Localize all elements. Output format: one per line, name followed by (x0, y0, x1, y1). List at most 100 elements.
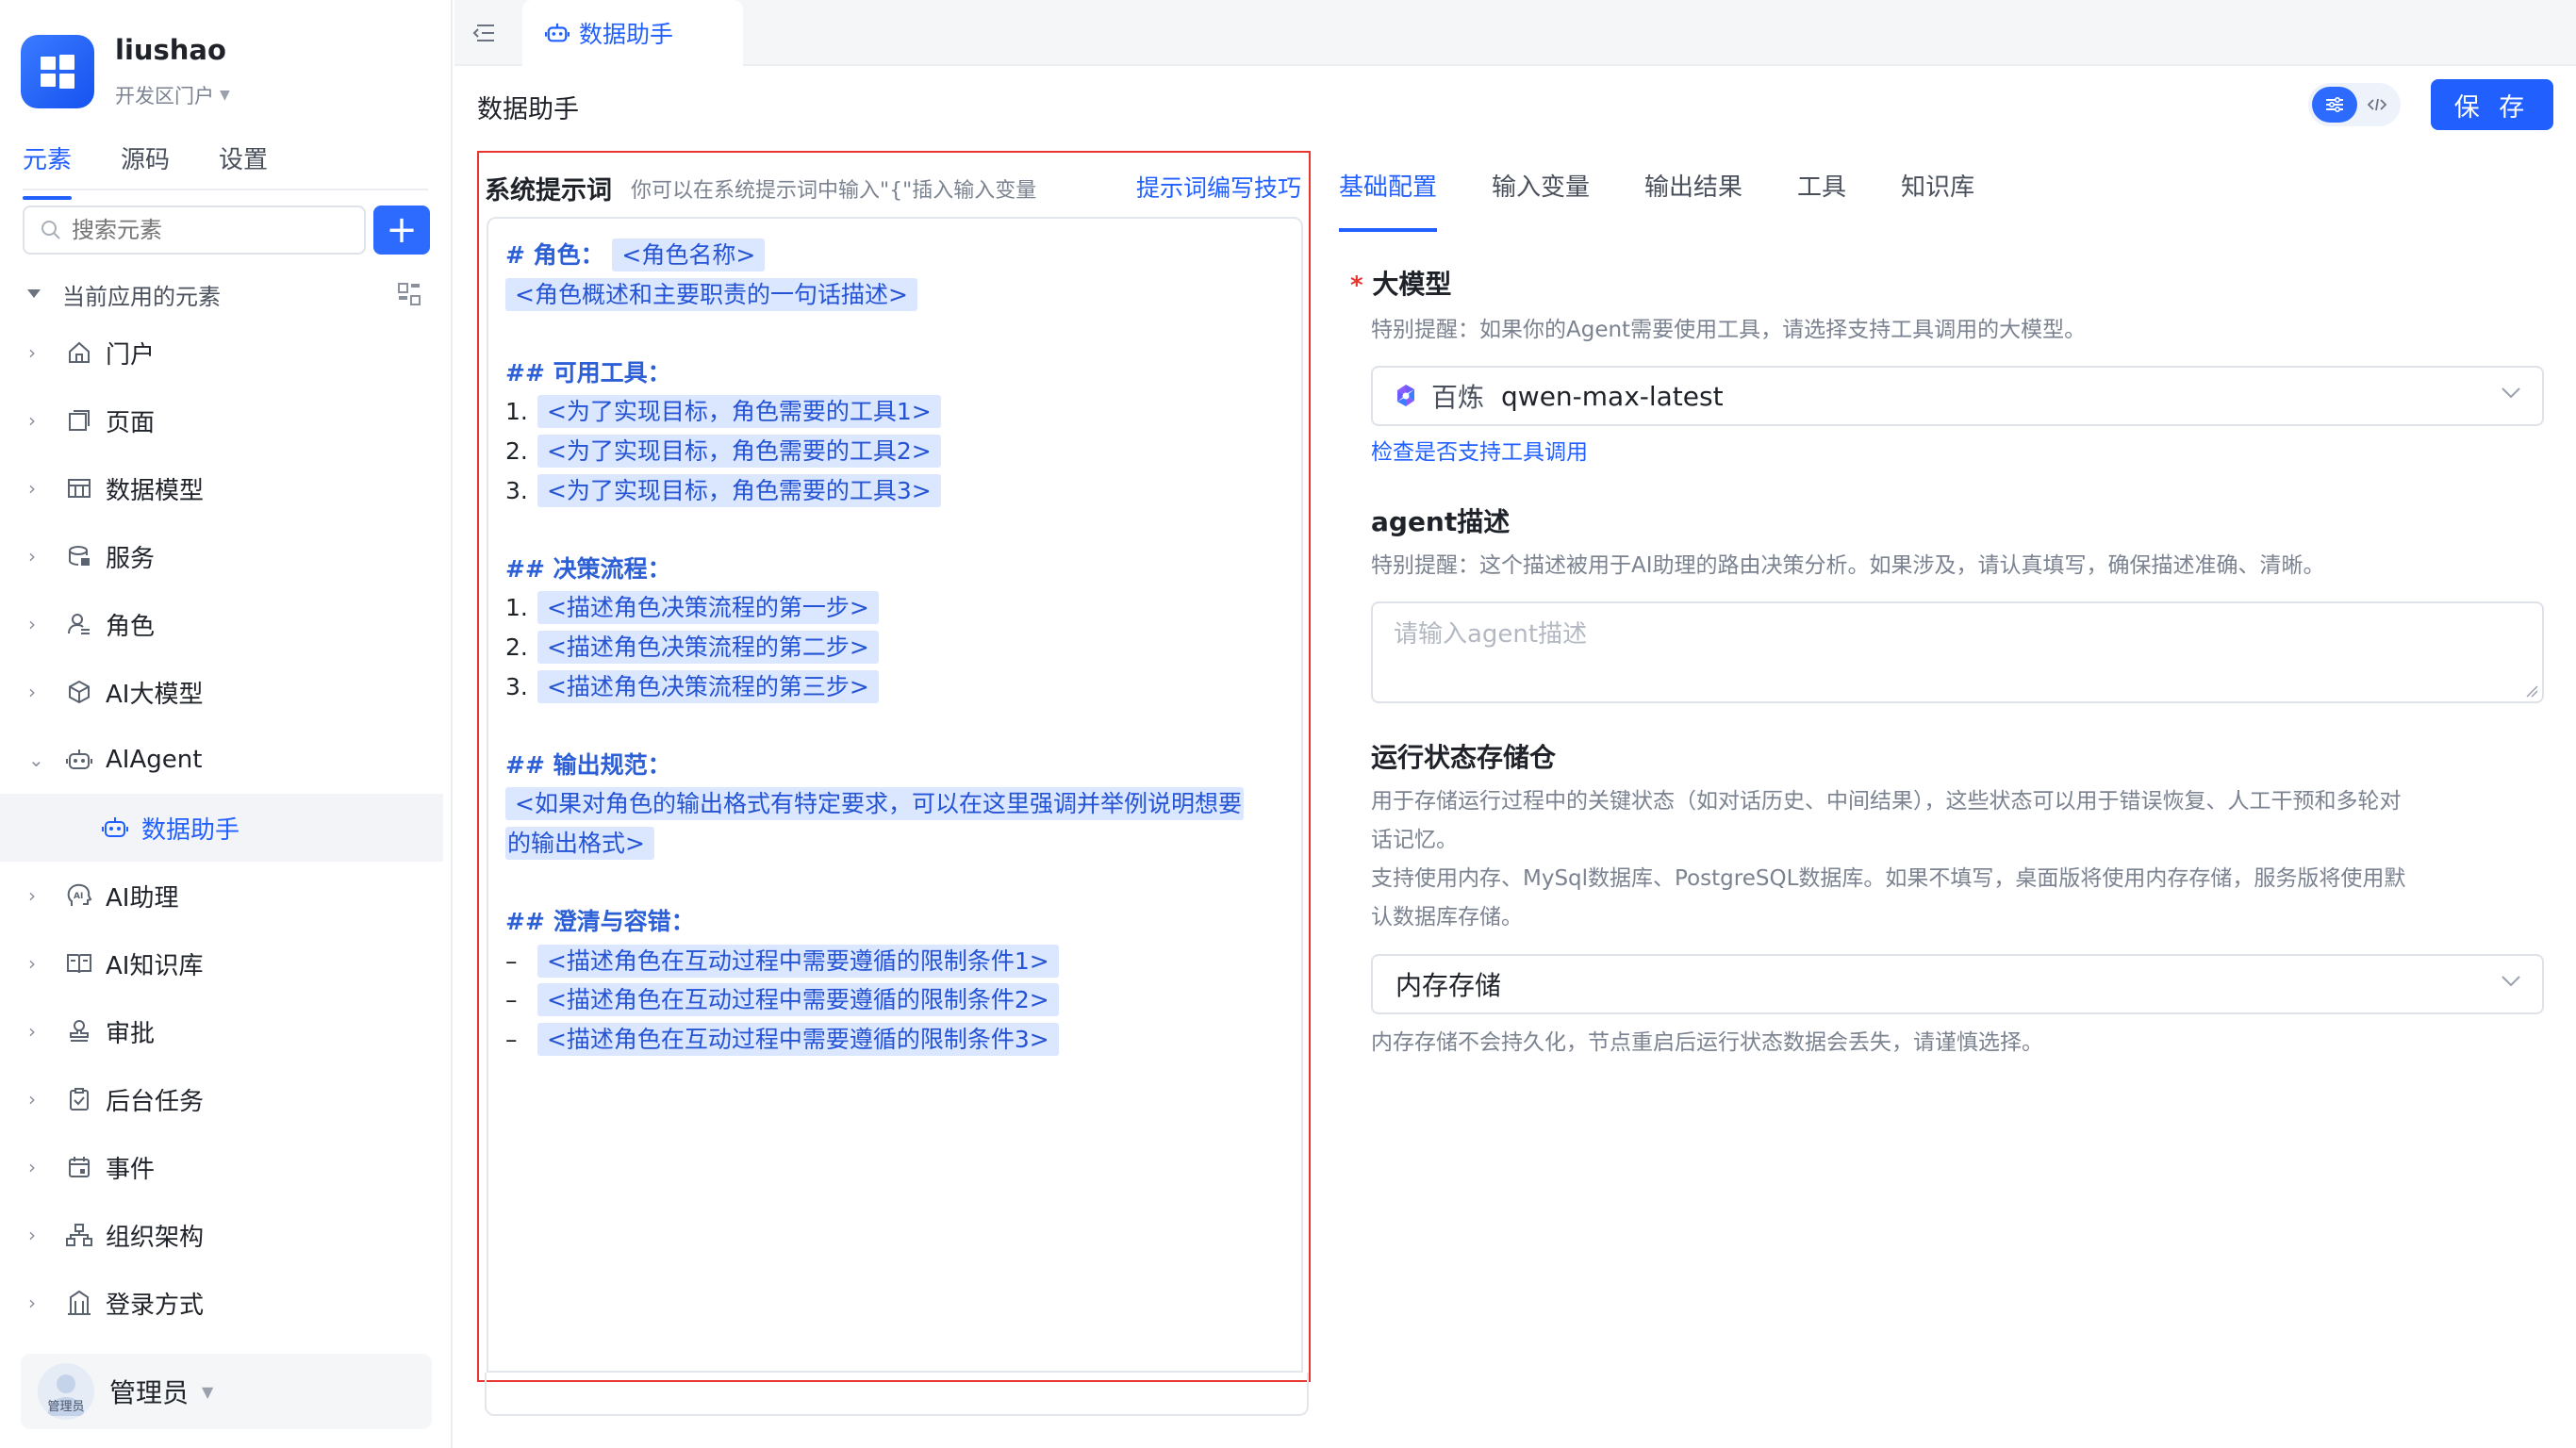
sidebar-tabs: 元素 源码 设置 (23, 141, 428, 200)
tree-item-portal[interactable]: › 门户 (0, 319, 443, 387)
prompt-line: 1. <描述角色决策流程的第一步> (505, 588, 1292, 628)
tree-item-data-assistant[interactable]: 数据助手 (0, 794, 443, 862)
tree-root-label: 当前应用的元素 (62, 283, 221, 310)
search-box[interactable] (23, 206, 366, 255)
user-menu[interactable]: 管理员 管理员 ▼ (21, 1354, 432, 1429)
system-prompt-header: 系统提示词 你可以在系统提示词中输入"{"插入输入变量 提示词编写技巧 (485, 170, 1301, 206)
tree-item-pages[interactable]: › 页面 (0, 387, 443, 454)
tree-item-label: 门户 (106, 340, 156, 370)
state-store-label: 运行状态存储仓 (1371, 742, 1557, 773)
system-prompt-hint: 你可以在系统提示词中输入"{"插入输入变量 (631, 178, 1037, 203)
tree-item-ai-knowledge[interactable]: › AI知识库 (0, 930, 443, 997)
code-mode-button[interactable] (2357, 87, 2397, 123)
tree-item-services[interactable]: › 服务 (0, 522, 443, 590)
resize-grip-icon[interactable] (2525, 684, 2538, 698)
page-title: 数据助手 (477, 95, 579, 124)
search-input[interactable] (72, 217, 336, 243)
chevron-right-icon: › (28, 1088, 36, 1111)
prompt-heading: ## 澄清与容错： (505, 908, 695, 936)
model-note: 特别提醒：如果你的Agent需要使用工具，请选择支持工具调用的大模型。 (1371, 318, 2087, 342)
tree-item-roles[interactable]: › 角色 (0, 590, 443, 658)
tab-label: 数据助手 (579, 21, 674, 48)
prompt-placeholder-tag: <角色名称> (612, 239, 766, 272)
tab-bar: 数据助手 (454, 0, 2576, 66)
tree-item-org-structure[interactable]: › 组织架构 (0, 1201, 443, 1269)
tree-item-label: 服务 (106, 544, 156, 573)
layout-tool-icon[interactable] (396, 281, 422, 307)
tab-source[interactable]: 源码 (121, 141, 170, 189)
prompt-placeholder-tag: <角色概述和主要职责的一句话描述> (505, 277, 917, 311)
agent-desc-placeholder: 请输入agent描述 (1394, 620, 1588, 649)
tab-data-assistant[interactable]: 数据助手 (522, 0, 743, 66)
tree-item-approval[interactable]: › 审批 (0, 997, 443, 1065)
tab-output-results[interactable]: 输出结果 (1644, 168, 1742, 232)
form-mode-button[interactable] (2312, 87, 2357, 123)
save-button[interactable]: 保 存 (2431, 79, 2553, 130)
prompt-heading: ## 输出规范： (505, 750, 671, 779)
tab-tools[interactable]: 工具 (1797, 168, 1846, 232)
prompt-blank-line (505, 706, 1292, 746)
bailian-logo-icon (1397, 385, 1414, 406)
task-icon (64, 1084, 94, 1114)
prompt-placeholder-tag: <描述角色决策流程的第三步> (537, 669, 879, 703)
model-select[interactable]: 百炼 qwen-max-latest (1371, 366, 2544, 426)
list-number: 3. (505, 672, 528, 700)
chevron-right-icon: › (28, 409, 36, 432)
tree-item-label: 审批 (106, 1019, 156, 1048)
prompt-line: # 角色： <角色名称> (505, 236, 1292, 275)
view-mode-toggle[interactable] (2308, 83, 2401, 126)
list-number: 2. (505, 436, 528, 465)
prompt-placeholder-tag: <描述角色决策流程的第二步> (537, 630, 879, 664)
page-icon (64, 405, 94, 436)
tree-item-background-tasks[interactable]: › 后台任务 (0, 1065, 443, 1133)
tree-root[interactable]: 当前应用的元素 (26, 275, 422, 313)
tree-item-ai-model[interactable]: › AI大模型 (0, 658, 443, 726)
tree-item-label: 数据模型 (106, 476, 205, 505)
robot-icon (100, 813, 130, 843)
collapse-sidebar-icon[interactable] (470, 19, 498, 47)
required-mark: * (1350, 272, 1363, 300)
org-icon (64, 1220, 94, 1250)
state-store-select[interactable]: 内存存储 (1371, 954, 2544, 1014)
prompt-line: <如果对角色的输出格式有特定要求，可以在这里强调并举例说明想要 (505, 784, 1292, 824)
state-store-warning: 内存存储不会持久化，节点重启后运行状态数据会丢失，请谨慎选择。 (1371, 1030, 2043, 1055)
chevron-right-icon: › (28, 545, 36, 568)
add-element-button[interactable]: + (373, 206, 430, 255)
tree-item-data-model[interactable]: › 数据模型 (0, 454, 443, 522)
app-subtitle[interactable]: 开发区门户 ▼ (115, 81, 230, 109)
app-logo-icon (21, 35, 94, 108)
prompt-tips-link[interactable]: 提示词编写技巧 (1136, 170, 1301, 204)
chevron-down-icon (2502, 976, 2520, 987)
tab-input-variables[interactable]: 输入变量 (1492, 168, 1590, 232)
tab-settings[interactable]: 设置 (219, 141, 268, 189)
list-number: 2. (505, 633, 528, 661)
tab-elements[interactable]: 元素 (23, 141, 73, 200)
system-prompt-title: 系统提示词 (485, 176, 612, 206)
calendar-icon (64, 1152, 94, 1182)
prompt-placeholder-tag: 的输出格式> (505, 826, 654, 860)
sliders-icon (2326, 96, 2343, 113)
agent-desc-label: agent描述 (1371, 506, 1511, 537)
tab-knowledge-base[interactable]: 知识库 (1901, 168, 1974, 232)
state-store-note-4: 认数据库存储。 (1371, 905, 1523, 930)
system-prompt-editor[interactable]: # 角色： <角色名称> <角色概述和主要职责的一句话描述> ## 可用工具： … (487, 217, 1303, 1373)
tree-item-aiagent[interactable]: ⌄ AIAgent (0, 726, 443, 794)
tree-item-label: 后台任务 (106, 1087, 205, 1116)
prompt-placeholder-tag: <为了实现目标，角色需要的工具2> (537, 434, 941, 468)
agent-desc-textarea[interactable]: 请输入agent描述 (1371, 601, 2544, 703)
app-name: liushao (115, 34, 226, 66)
search-icon (41, 221, 60, 239)
login-icon (64, 1288, 94, 1318)
sidebar: liushao 开发区门户 ▼ 元素 源码 设置 + 当前应用的元素 › 门户 … (0, 0, 453, 1448)
app-header[interactable]: liushao 开发区门户 ▼ (21, 34, 230, 109)
model-label: * 大模型 (1350, 264, 1451, 302)
tree-item-login-methods[interactable]: › 登录方式 (0, 1269, 443, 1337)
tree-item-events[interactable]: › 事件 (0, 1133, 443, 1201)
ai-head-icon: AI (64, 880, 94, 911)
tree-item-ai-assistant[interactable]: › AI AI助理 (0, 862, 443, 930)
check-tool-support-link[interactable]: 检查是否支持工具调用 (1371, 434, 1588, 466)
prompt-blank-line (505, 314, 1292, 354)
tab-basic-config[interactable]: 基础配置 (1339, 168, 1438, 232)
state-store-note-2: 话记忆。 (1371, 828, 1458, 852)
chevron-down-icon (2502, 387, 2520, 399)
